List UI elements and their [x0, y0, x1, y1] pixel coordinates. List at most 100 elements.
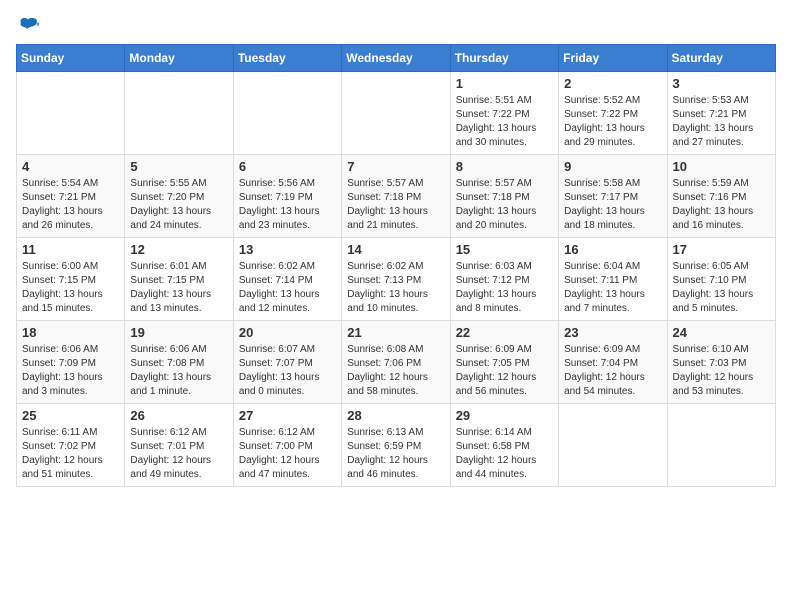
- week-row-3: 11Sunrise: 6:00 AM Sunset: 7:15 PM Dayli…: [17, 238, 776, 321]
- day-number: 24: [673, 325, 770, 340]
- day-number: 8: [456, 159, 553, 174]
- weekday-header-friday: Friday: [559, 45, 667, 72]
- day-info: Sunrise: 6:12 AM Sunset: 7:01 PM Dayligh…: [130, 426, 227, 482]
- calendar-cell: 21 Sunrise: 6:08 AM Sunset: 7:06 PM Dayli…: [342, 321, 450, 404]
- day-number: 25: [22, 408, 119, 423]
- day-number: 15: [456, 242, 553, 257]
- logo: [16, 16, 44, 36]
- calendar-cell: 5 Sunrise: 5:55 AM Sunset: 7:20 PM Daylig…: [125, 155, 233, 238]
- logo-bird-icon: [16, 16, 40, 36]
- calendar-cell: 6 Sunrise: 5:56 AM Sunset: 7:19 PM Daylig…: [233, 155, 341, 238]
- day-number: 2: [564, 76, 661, 91]
- calendar-cell: 1 Sunrise: 5:51 AM Sunset: 7:22 PM Daylig…: [450, 72, 558, 155]
- calendar-cell: 19 Sunrise: 6:06 AM Sunset: 7:08 PM Dayli…: [125, 321, 233, 404]
- calendar-cell: 25 Sunrise: 6:11 AM Sunset: 7:02 PM Dayli…: [17, 404, 125, 487]
- day-info: Sunrise: 6:05 AM Sunset: 7:10 PM Dayligh…: [673, 260, 770, 316]
- calendar-cell: 24 Sunrise: 6:10 AM Sunset: 7:03 PM Dayli…: [667, 321, 775, 404]
- calendar-cell: [233, 72, 341, 155]
- week-row-1: 1 Sunrise: 5:51 AM Sunset: 7:22 PM Daylig…: [17, 72, 776, 155]
- day-number: 18: [22, 325, 119, 340]
- day-info: Sunrise: 6:07 AM Sunset: 7:07 PM Dayligh…: [239, 343, 336, 399]
- calendar-cell: 16 Sunrise: 6:04 AM Sunset: 7:11 PM Dayli…: [559, 238, 667, 321]
- day-number: 3: [673, 76, 770, 91]
- day-info: Sunrise: 5:57 AM Sunset: 7:18 PM Dayligh…: [347, 177, 444, 233]
- header: [16, 16, 776, 36]
- weekday-header-tuesday: Tuesday: [233, 45, 341, 72]
- calendar-cell: 11Sunrise: 6:00 AM Sunset: 7:15 PM Dayli…: [17, 238, 125, 321]
- calendar-cell: 7 Sunrise: 5:57 AM Sunset: 7:18 PM Daylig…: [342, 155, 450, 238]
- day-info: Sunrise: 5:54 AM Sunset: 7:21 PM Dayligh…: [22, 177, 119, 233]
- calendar-cell: 22 Sunrise: 6:09 AM Sunset: 7:05 PM Dayli…: [450, 321, 558, 404]
- day-number: 19: [130, 325, 227, 340]
- calendar: SundayMondayTuesdayWednesdayThursdayFrid…: [16, 44, 776, 487]
- day-number: 10: [673, 159, 770, 174]
- day-info: Sunrise: 6:11 AM Sunset: 7:02 PM Dayligh…: [22, 426, 119, 482]
- calendar-cell: 4 Sunrise: 5:54 AM Sunset: 7:21 PM Daylig…: [17, 155, 125, 238]
- day-number: 14: [347, 242, 444, 257]
- day-info: Sunrise: 6:09 AM Sunset: 7:04 PM Dayligh…: [564, 343, 661, 399]
- day-info: Sunrise: 6:00 AM Sunset: 7:15 PM Dayligh…: [22, 260, 119, 316]
- day-number: 12: [130, 242, 227, 257]
- calendar-cell: 14 Sunrise: 6:02 AM Sunset: 7:13 PM Dayli…: [342, 238, 450, 321]
- day-number: 22: [456, 325, 553, 340]
- day-number: 27: [239, 408, 336, 423]
- day-info: Sunrise: 5:56 AM Sunset: 7:19 PM Dayligh…: [239, 177, 336, 233]
- day-info: Sunrise: 6:01 AM Sunset: 7:15 PM Dayligh…: [130, 260, 227, 316]
- day-info: Sunrise: 6:06 AM Sunset: 7:08 PM Dayligh…: [130, 343, 227, 399]
- day-info: Sunrise: 6:02 AM Sunset: 7:14 PM Dayligh…: [239, 260, 336, 316]
- day-info: Sunrise: 6:06 AM Sunset: 7:09 PM Dayligh…: [22, 343, 119, 399]
- day-info: Sunrise: 6:08 AM Sunset: 7:06 PM Dayligh…: [347, 343, 444, 399]
- day-number: 21: [347, 325, 444, 340]
- day-number: 29: [456, 408, 553, 423]
- day-info: Sunrise: 6:12 AM Sunset: 7:00 PM Dayligh…: [239, 426, 336, 482]
- calendar-cell: [559, 404, 667, 487]
- day-info: Sunrise: 5:51 AM Sunset: 7:22 PM Dayligh…: [456, 94, 553, 150]
- day-info: Sunrise: 6:14 AM Sunset: 6:58 PM Dayligh…: [456, 426, 553, 482]
- weekday-header-row: SundayMondayTuesdayWednesdayThursdayFrid…: [17, 45, 776, 72]
- day-info: Sunrise: 5:55 AM Sunset: 7:20 PM Dayligh…: [130, 177, 227, 233]
- day-info: Sunrise: 5:59 AM Sunset: 7:16 PM Dayligh…: [673, 177, 770, 233]
- calendar-cell: 17 Sunrise: 6:05 AM Sunset: 7:10 PM Dayli…: [667, 238, 775, 321]
- day-info: Sunrise: 5:53 AM Sunset: 7:21 PM Dayligh…: [673, 94, 770, 150]
- calendar-cell: [17, 72, 125, 155]
- calendar-cell: 15 Sunrise: 6:03 AM Sunset: 7:12 PM Dayli…: [450, 238, 558, 321]
- calendar-cell: 3 Sunrise: 5:53 AM Sunset: 7:21 PM Daylig…: [667, 72, 775, 155]
- calendar-cell: 13Sunrise: 6:02 AM Sunset: 7:14 PM Dayli…: [233, 238, 341, 321]
- day-number: 5: [130, 159, 227, 174]
- calendar-cell: 20Sunrise: 6:07 AM Sunset: 7:07 PM Dayli…: [233, 321, 341, 404]
- day-number: 1: [456, 76, 553, 91]
- calendar-cell: 27 Sunrise: 6:12 AM Sunset: 7:00 PM Dayli…: [233, 404, 341, 487]
- calendar-cell: 18 Sunrise: 6:06 AM Sunset: 7:09 PM Dayli…: [17, 321, 125, 404]
- day-info: Sunrise: 6:09 AM Sunset: 7:05 PM Dayligh…: [456, 343, 553, 399]
- day-number: 16: [564, 242, 661, 257]
- day-number: 9: [564, 159, 661, 174]
- calendar-cell: 26Sunrise: 6:12 AM Sunset: 7:01 PM Dayli…: [125, 404, 233, 487]
- calendar-cell: 28 Sunrise: 6:13 AM Sunset: 6:59 PM Dayli…: [342, 404, 450, 487]
- weekday-header-monday: Monday: [125, 45, 233, 72]
- weekday-header-saturday: Saturday: [667, 45, 775, 72]
- calendar-cell: [125, 72, 233, 155]
- day-info: Sunrise: 5:57 AM Sunset: 7:18 PM Dayligh…: [456, 177, 553, 233]
- day-info: Sunrise: 6:03 AM Sunset: 7:12 PM Dayligh…: [456, 260, 553, 316]
- day-number: 23: [564, 325, 661, 340]
- day-info: Sunrise: 6:13 AM Sunset: 6:59 PM Dayligh…: [347, 426, 444, 482]
- day-number: 6: [239, 159, 336, 174]
- calendar-cell: 10 Sunrise: 5:59 AM Sunset: 7:16 PM Dayli…: [667, 155, 775, 238]
- week-row-2: 4 Sunrise: 5:54 AM Sunset: 7:21 PM Daylig…: [17, 155, 776, 238]
- calendar-cell: 8 Sunrise: 5:57 AM Sunset: 7:18 PM Daylig…: [450, 155, 558, 238]
- day-number: 4: [22, 159, 119, 174]
- day-number: 7: [347, 159, 444, 174]
- calendar-cell: [342, 72, 450, 155]
- calendar-cell: 12 Sunrise: 6:01 AM Sunset: 7:15 PM Dayli…: [125, 238, 233, 321]
- calendar-cell: 2Sunrise: 5:52 AM Sunset: 7:22 PM Daylig…: [559, 72, 667, 155]
- week-row-5: 25 Sunrise: 6:11 AM Sunset: 7:02 PM Dayli…: [17, 404, 776, 487]
- weekday-header-sunday: Sunday: [17, 45, 125, 72]
- calendar-cell: 23 Sunrise: 6:09 AM Sunset: 7:04 PM Dayli…: [559, 321, 667, 404]
- day-info: Sunrise: 6:10 AM Sunset: 7:03 PM Dayligh…: [673, 343, 770, 399]
- day-info: Sunrise: 6:04 AM Sunset: 7:11 PM Dayligh…: [564, 260, 661, 316]
- day-number: 28: [347, 408, 444, 423]
- weekday-header-wednesday: Wednesday: [342, 45, 450, 72]
- day-info: Sunrise: 6:02 AM Sunset: 7:13 PM Dayligh…: [347, 260, 444, 316]
- calendar-cell: 9Sunrise: 5:58 AM Sunset: 7:17 PM Daylig…: [559, 155, 667, 238]
- day-number: 17: [673, 242, 770, 257]
